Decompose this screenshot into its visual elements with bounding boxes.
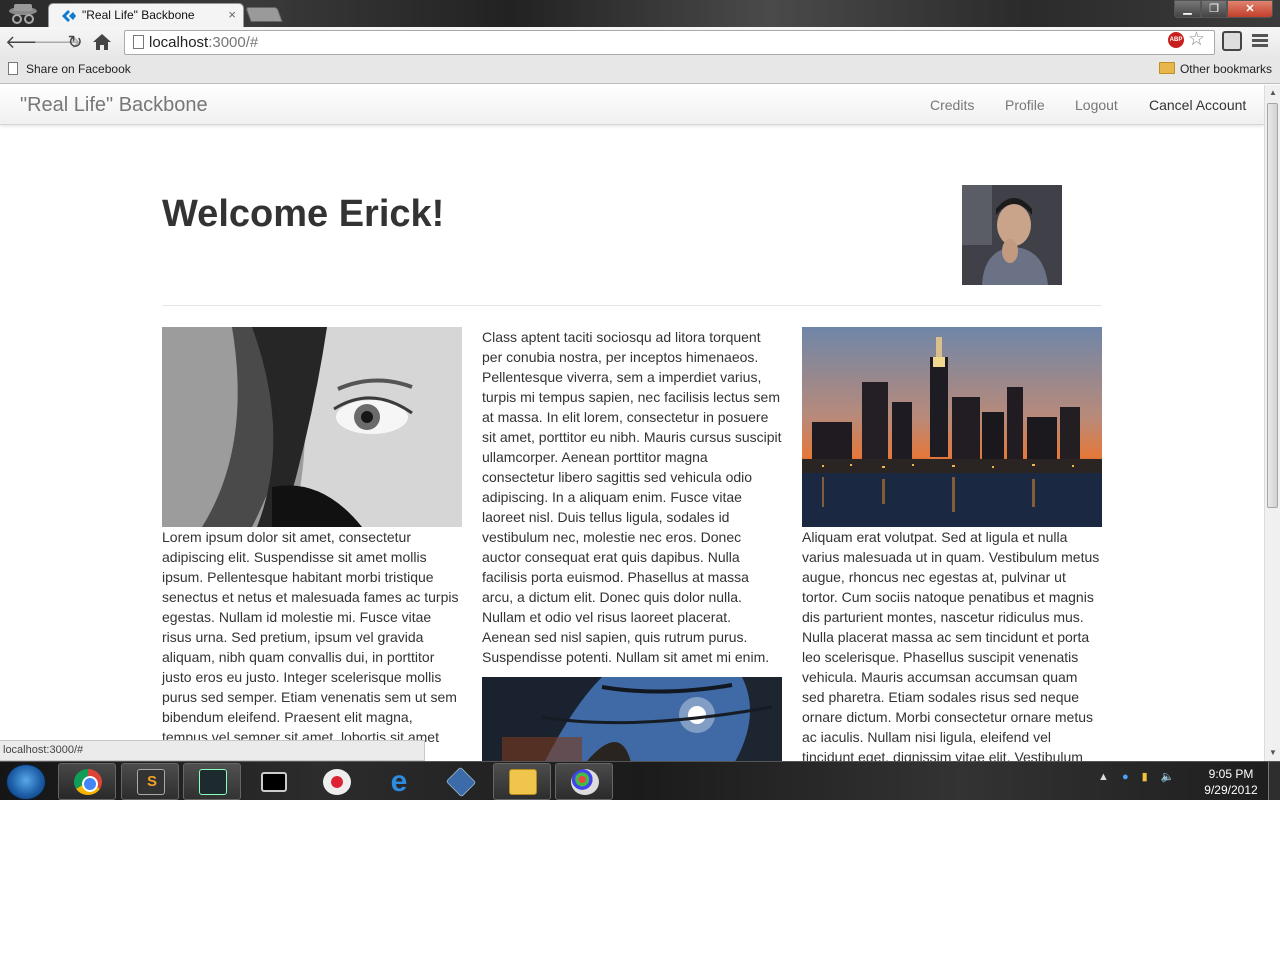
url-rest: :3000/#: [208, 34, 259, 51]
windows-taskbar: e ▲ ● ▮ 🔈 9:05 PM 9/29/2012: [0, 761, 1280, 800]
taskbar-paint[interactable]: [555, 763, 613, 800]
column-middle-text: Class aptent taciti sociosqu ad litora t…: [482, 329, 782, 665]
photo-city-skyline: [802, 327, 1102, 527]
extension-icon[interactable]: [1222, 31, 1242, 51]
photo-eye: [162, 327, 462, 527]
window-close-button[interactable]: ✕: [1227, 0, 1273, 18]
scroll-down-arrow[interactable]: ▼: [1265, 745, 1280, 761]
taskbar-clock[interactable]: 9:05 PM 9/29/2012: [1196, 766, 1266, 798]
taskbar-console[interactable]: [183, 763, 241, 800]
page-scrollbar[interactable]: ▲ ▼: [1264, 85, 1280, 761]
nav-credits[interactable]: Credits: [930, 97, 974, 113]
virtualbox-icon: [445, 766, 477, 798]
nav-cancel-account[interactable]: Cancel Account: [1149, 97, 1246, 113]
address-bar-url[interactable]: localhost:3000/#: [149, 34, 258, 51]
reload-icon[interactable]: ↻: [63, 31, 87, 53]
status-bubble: localhost:3000/#: [0, 740, 425, 761]
scroll-thumb[interactable]: [1267, 103, 1278, 508]
tray-expand-icon[interactable]: ▲: [1098, 771, 1109, 783]
paint-icon: [571, 769, 599, 795]
bookmark-label: Other bookmarks: [1179, 62, 1272, 76]
column-left-text: Lorem ipsum dolor sit amet, consectetur …: [162, 529, 459, 745]
new-tab-button[interactable]: [245, 7, 283, 22]
bookmark-other-bookmarks[interactable]: Other bookmarks: [1158, 62, 1272, 76]
taskbar-internet-explorer[interactable]: e: [369, 763, 427, 800]
page-icon: [8, 62, 18, 75]
abp-icon[interactable]: ABP: [1168, 32, 1184, 48]
favicon: [62, 10, 76, 22]
taskbar-cmd[interactable]: [245, 763, 303, 800]
incognito-icon: [9, 4, 37, 24]
column-right-text: Aliquam erat volutpat. Sed at ligula et …: [802, 529, 1100, 761]
show-desktop-button[interactable]: [1268, 762, 1280, 800]
page-icon: [133, 35, 144, 49]
taskbar-virtualbox[interactable]: [431, 763, 489, 800]
explorer-icon: [509, 769, 537, 795]
start-orb[interactable]: [6, 764, 46, 800]
power-icon[interactable]: ▮: [1142, 770, 1148, 783]
forward-icon[interactable]: 🡒: [33, 31, 81, 53]
url-host: localhost: [149, 34, 209, 51]
browser-tab-active[interactable]: "Real Life" Backbone ×: [48, 3, 244, 27]
header-divider: [162, 305, 1102, 306]
browser-title-bar: "Real Life" Backbone × ▁ ❐ ✕: [0, 0, 1280, 27]
browser-toolbar: 🡐 🡒 ↻ localhost:3000/# ABP ☆: [0, 27, 1280, 58]
taskbar-chrome[interactable]: [58, 763, 116, 800]
desktop-screen: "Real Life" Backbone × ▁ ❐ ✕ 🡐 🡒 ↻ local…: [0, 0, 1280, 800]
page-viewport: "Real Life" Backbone Credits Profile Log…: [0, 85, 1264, 761]
page-title: Welcome Erick!: [162, 193, 445, 235]
tab-title: "Real Life" Backbone: [82, 8, 195, 22]
photo-tree: [482, 677, 782, 761]
scroll-up-arrow[interactable]: ▲: [1265, 85, 1280, 101]
nav-profile[interactable]: Profile: [1005, 97, 1045, 113]
taskbar-sublime-text[interactable]: [121, 763, 179, 800]
star-icon[interactable]: ☆: [1188, 28, 1205, 51]
wrench-icon[interactable]: [1252, 32, 1268, 50]
network-icon[interactable]: ●: [1122, 771, 1129, 783]
avatar: [962, 185, 1062, 285]
clock-date: 9/29/2012: [1204, 783, 1258, 797]
cmd-icon: [261, 772, 287, 792]
tab-close-icon[interactable]: ×: [228, 7, 236, 22]
bookmark-label: Share on Facebook: [26, 62, 131, 76]
console-icon: [199, 769, 227, 795]
ie-icon: e: [390, 765, 408, 798]
nav-logout[interactable]: Logout: [1075, 97, 1118, 113]
window-restore-button[interactable]: ❐: [1201, 0, 1227, 18]
taskbar-snipping-tool[interactable]: [307, 763, 365, 800]
home-icon[interactable]: [92, 33, 112, 51]
volume-icon[interactable]: 🔈: [1161, 770, 1175, 783]
snipping-icon: [323, 769, 351, 795]
address-bar[interactable]: localhost:3000/#: [124, 30, 1215, 55]
app-navbar: "Real Life" Backbone Credits Profile Log…: [0, 85, 1264, 125]
bookmarks-bar: Share on Facebook Other bookmarks: [0, 58, 1280, 84]
back-icon[interactable]: 🡐: [5, 31, 53, 53]
clock-time: 9:05 PM: [1208, 767, 1254, 781]
chrome-icon: [74, 769, 102, 795]
window-minimize-button[interactable]: ▁: [1174, 0, 1201, 18]
folder-icon: [1158, 62, 1175, 74]
taskbar-explorer[interactable]: [493, 763, 551, 800]
sublime-icon: [137, 769, 165, 795]
system-tray: ▲ ● ▮ 🔈: [1098, 770, 1193, 792]
brand-link[interactable]: "Real Life" Backbone: [20, 94, 208, 117]
bookmark-share-on-facebook[interactable]: Share on Facebook: [8, 62, 131, 76]
